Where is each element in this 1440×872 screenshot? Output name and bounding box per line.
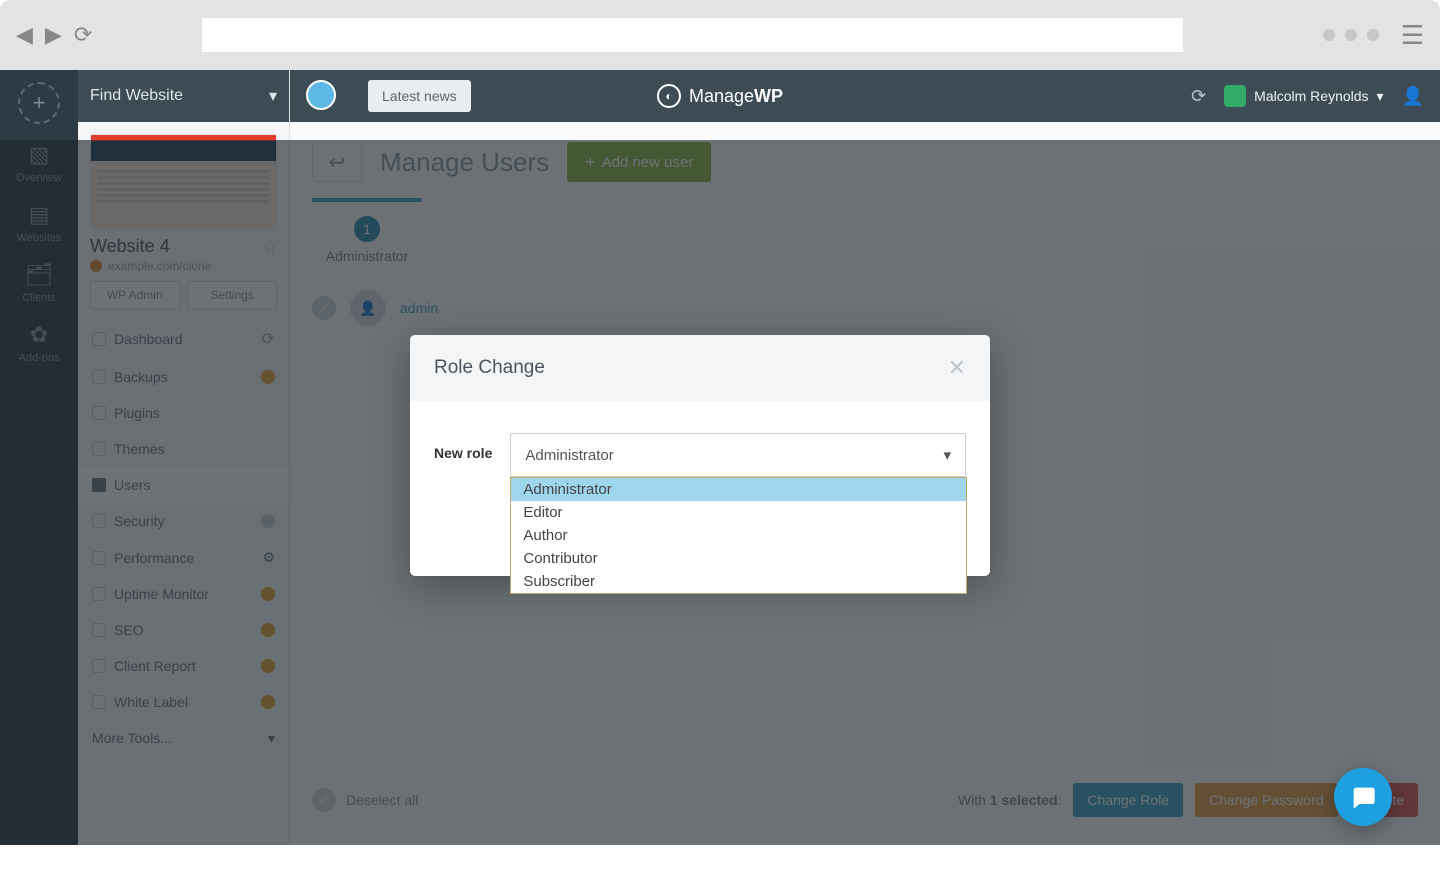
- refresh-icon[interactable]: ⟳: [74, 22, 92, 48]
- user-menu[interactable]: Malcolm Reynolds ▾: [1224, 85, 1383, 107]
- url-bar[interactable]: [202, 18, 1182, 52]
- add-site-button[interactable]: +: [18, 82, 60, 124]
- modal-title: Role Change: [434, 357, 545, 379]
- role-option-contributor[interactable]: Contributor: [511, 547, 966, 570]
- chevron-down-icon: ▾: [1377, 88, 1384, 105]
- chat-icon: [1349, 783, 1377, 811]
- hamburger-icon[interactable]: ☰: [1401, 20, 1424, 51]
- latest-news-tab[interactable]: Latest news: [368, 80, 471, 112]
- role-option-administrator[interactable]: Administrator: [511, 478, 966, 501]
- user-name-label: Malcolm Reynolds: [1254, 88, 1368, 104]
- role-change-modal: Role Change ✕ New role Administrator ▾ A…: [410, 335, 990, 576]
- new-role-select[interactable]: Administrator ▾: [510, 433, 966, 477]
- back-icon[interactable]: ◀: [16, 22, 33, 48]
- role-dropdown: Administrator Editor Author Contributor …: [510, 477, 967, 594]
- modal-close-icon[interactable]: ✕: [948, 355, 966, 381]
- sync-icon[interactable]: ⟳: [1191, 86, 1206, 107]
- browser-chrome: ◀ ▶ ⟳ ☰: [0, 0, 1440, 70]
- app-topbar: Latest news ◐ ManageWP ⟳ Malcolm Reynold…: [290, 70, 1440, 122]
- brand-logo: ◐ ManageWP: [657, 84, 783, 108]
- chat-button[interactable]: [1334, 768, 1392, 826]
- robot-icon: [306, 80, 352, 112]
- forward-icon[interactable]: ▶: [45, 22, 62, 48]
- role-option-subscriber[interactable]: Subscriber: [511, 570, 966, 593]
- brand-icon: ◐: [657, 84, 681, 108]
- avatar-icon: [1224, 85, 1246, 107]
- select-value: Administrator: [525, 447, 613, 464]
- site-selector-label: Find Website: [90, 87, 183, 105]
- profile-icon[interactable]: 👤: [1402, 86, 1424, 107]
- traffic-lights: [1323, 29, 1379, 41]
- chevron-down-icon: ▾: [269, 86, 277, 106]
- new-role-label: New role: [434, 433, 492, 461]
- role-option-editor[interactable]: Editor: [511, 501, 966, 524]
- role-option-author[interactable]: Author: [511, 524, 966, 547]
- dropdown-arrow-icon: ▾: [943, 446, 951, 464]
- site-selector[interactable]: Find Website ▾: [78, 70, 289, 122]
